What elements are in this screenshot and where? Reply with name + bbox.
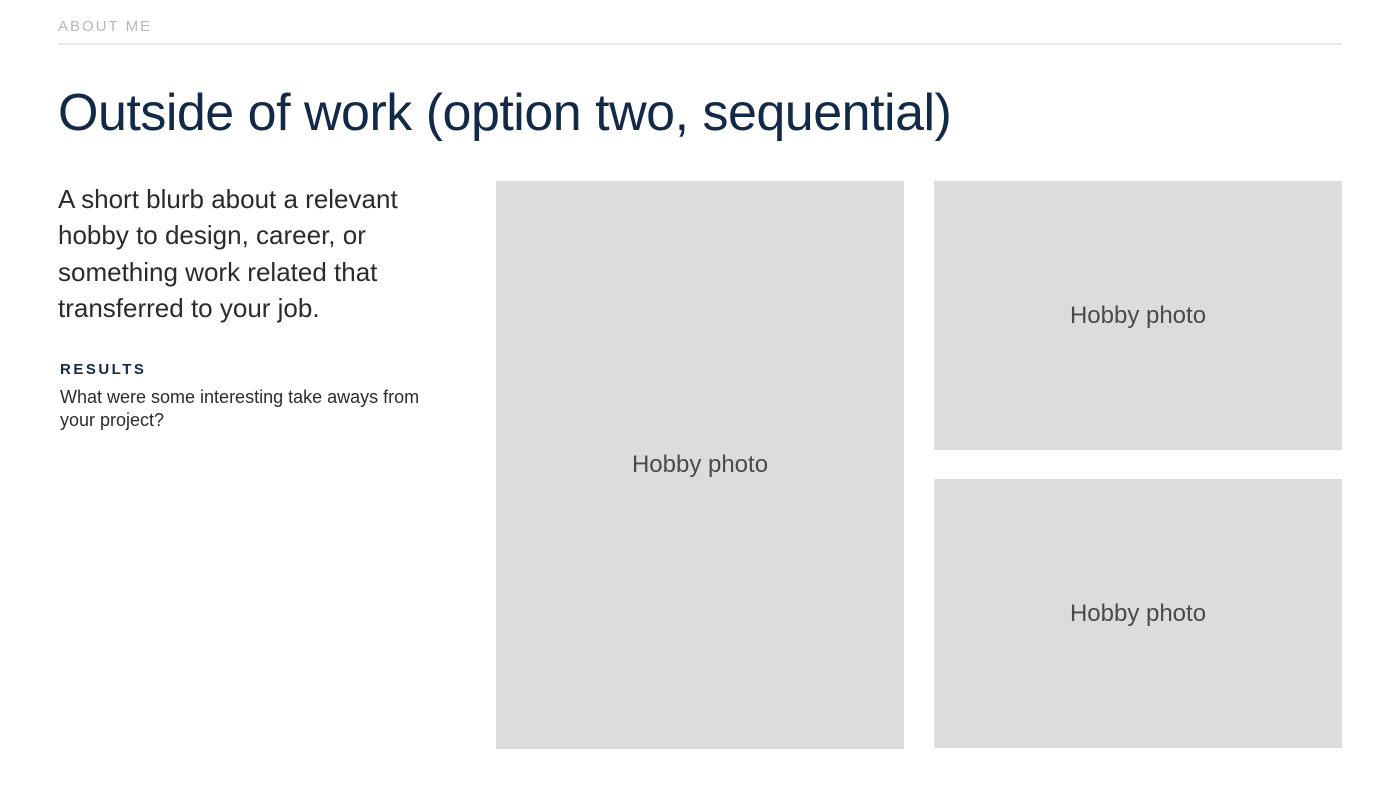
- left-column: A short blurb about a relevant hobby to …: [58, 181, 466, 749]
- hobby-blurb: A short blurb about a relevant hobby to …: [58, 181, 466, 327]
- middle-column: Hobby photo: [496, 181, 904, 749]
- photo-placeholder-label: Hobby photo: [1070, 600, 1206, 628]
- header-divider: [58, 43, 1342, 45]
- results-heading: RESULTS: [60, 361, 466, 378]
- hobby-photo-large: Hobby photo: [496, 181, 904, 749]
- photo-placeholder-label: Hobby photo: [632, 451, 768, 479]
- hobby-photo-bottom-right: Hobby photo: [934, 479, 1342, 748]
- photo-placeholder-label: Hobby photo: [1070, 302, 1206, 330]
- slide-page: ABOUT ME Outside of work (option two, se…: [0, 0, 1400, 749]
- right-column: Hobby photo Hobby photo: [934, 181, 1342, 749]
- results-body: What were some interesting take aways fr…: [60, 386, 440, 433]
- hobby-photo-top-right: Hobby photo: [934, 181, 1342, 450]
- eyebrow-label: ABOUT ME: [58, 18, 1342, 43]
- page-title: Outside of work (option two, sequential): [58, 83, 1342, 143]
- content-row: A short blurb about a relevant hobby to …: [58, 181, 1342, 749]
